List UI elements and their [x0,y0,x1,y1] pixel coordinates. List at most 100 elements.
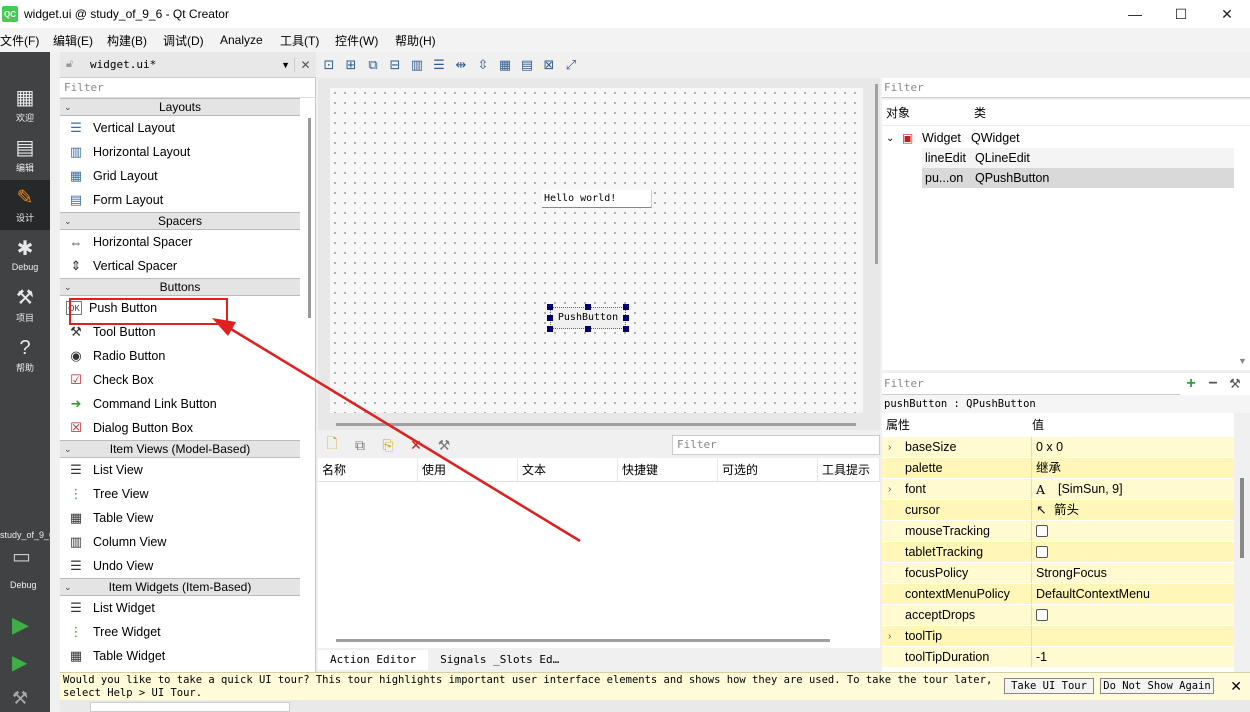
tab-signals-slots-editor[interactable]: Signals _Slots Ed… [428,650,571,670]
canvas-horizontal-scrollbar[interactable] [336,423,856,426]
scroll-down-icon[interactable]: ▼ [1238,356,1247,366]
selection-handle[interactable] [547,326,553,332]
paste-action-icon[interactable]: ⎘ [374,434,402,456]
property-row-font[interactable]: › font A [SimSun, 9] [882,479,1234,500]
selection-handle[interactable] [585,304,591,310]
property-row-cursor[interactable]: cursor ↖ 箭头 [882,500,1234,521]
widget-horizontal-spacer[interactable]: ⇔ Horizontal Spacer [60,230,300,254]
property-row-tooltip[interactable]: › toolTip [882,626,1234,647]
configure-action-icon[interactable]: ⚒ [430,434,458,456]
menu-analyze[interactable]: Analyze [220,33,280,47]
minimize-button[interactable]: — [1112,0,1158,28]
form-widget[interactable]: Hello world! PushButton [330,88,863,413]
do-not-show-again-button[interactable]: Do Not Show Again [1100,678,1214,694]
mode-debug[interactable]: ✱ Debug [0,230,50,280]
widget-tree-widget[interactable]: ⋮ Tree Widget [60,620,300,644]
property-row-mousetracking[interactable]: mouseTracking [882,521,1234,542]
column-header[interactable]: 可选的 [718,458,818,481]
mode-welcome[interactable]: ▦ 欢迎 [0,80,50,130]
category-item-views[interactable]: ⌄ Item Views (Model-Based) [60,440,300,458]
new-action-icon[interactable]: 🗋︎ [318,434,346,456]
chevron-right-icon[interactable]: › [888,626,891,647]
layout-form-icon[interactable]: ▤ [516,55,538,75]
column-header[interactable]: 名称 [318,458,418,481]
widget-tree-view[interactable]: ⋮ Tree View [60,482,300,506]
property-filter-input[interactable]: Filter [882,373,1180,395]
menu-build[interactable]: 构建(B) [107,32,163,49]
copy-action-icon[interactable]: ⧉ [346,434,374,456]
widget-vertical-spacer[interactable]: ⇕ Vertical Spacer [60,254,300,278]
widget-box-scrollbar[interactable] [308,118,311,318]
property-row-acceptdrops[interactable]: acceptDrops [882,605,1234,626]
mode-help[interactable]: ? 帮助 [0,330,50,380]
widget-list-widget[interactable]: ☰ List Widget [60,596,300,620]
widget-table-view[interactable]: ▦ Table View [60,506,300,530]
tab-action-editor[interactable]: Action Editor [318,650,429,670]
column-header[interactable]: 使用 [418,458,518,481]
menu-controls[interactable]: 控件(W) [335,32,395,49]
selection-handle[interactable] [623,326,629,332]
column-header[interactable]: 文本 [518,458,618,481]
action-table-scrollbar[interactable] [336,639,830,642]
remove-dynamic-property-icon[interactable]: − [1202,375,1224,393]
kit-selector[interactable]: study_of_9_6 ▭ Debug [0,528,60,594]
property-row-tablettracking[interactable]: tabletTracking [882,542,1234,563]
break-layout-icon[interactable]: ⊠ [538,55,560,75]
column-header[interactable]: 工具提示 [818,458,880,481]
widget-vertical-layout[interactable]: ☰ Vertical Layout [60,116,300,140]
configure-wrench-icon[interactable]: ⚒ [1224,376,1246,392]
widget-push-button[interactable]: OK Push Button [60,296,300,320]
menu-file[interactable]: 文件(F) [0,32,53,49]
widget-table-widget[interactable]: ▦ Table Widget [60,644,300,668]
object-row-pushbutton[interactable]: pu...on QPushButton [922,168,1234,188]
menu-tools[interactable]: 工具(T) [280,32,335,49]
edit-buddies-icon[interactable]: ⧉ [362,55,384,75]
widget-column-view[interactable]: ▥ Column View [60,530,300,554]
mode-design[interactable]: ✎ 设计 [0,180,50,230]
selection-handle[interactable] [623,315,629,321]
menu-help[interactable]: 帮助(H) [395,32,455,49]
selection-handle[interactable] [623,304,629,310]
category-layouts[interactable]: ⌄ Layouts [60,98,300,116]
close-infobar-icon[interactable]: ✕ [1230,678,1242,695]
line-edit[interactable]: Hello world! [542,190,652,208]
menu-debug[interactable]: 调试(D) [163,32,220,49]
widget-dialog-button-box[interactable]: ☒ Dialog Button Box [60,416,300,440]
run-icon[interactable]: ▶ [12,612,29,638]
layout-horizontal-icon[interactable]: ▥ [406,55,428,75]
build-hammer-icon[interactable]: ⚒ [12,688,28,709]
widget-command-link-button[interactable]: ➜ Command Link Button [60,392,300,416]
edit-signals-slots-icon[interactable]: ⊞ [340,55,362,75]
property-row-focuspolicy[interactable]: focusPolicy StrongFocus [882,563,1234,584]
layout-vertical-splitter-icon[interactable]: ⇳ [472,55,494,75]
layout-grid-icon[interactable]: ▦ [494,55,516,75]
layout-vertical-icon[interactable]: ☰ [428,55,450,75]
widget-check-box[interactable]: ☑ Check Box [60,368,300,392]
property-row-basesize[interactable]: › baseSize 0 x 0 [882,437,1234,458]
widget-grid-layout[interactable]: ▦ Grid Layout [60,164,300,188]
property-editor-scrollbar[interactable] [1240,478,1244,558]
open-file-name[interactable]: widget.ui* [90,58,156,71]
object-filter-input[interactable]: Filter [882,78,1250,98]
category-spacers[interactable]: ⌄ Spacers [60,212,300,230]
chevron-right-icon[interactable]: › [888,479,891,500]
action-filter-input[interactable]: Filter [672,435,880,455]
widget-box-filter[interactable]: Filter [60,78,315,98]
widget-horizontal-layout[interactable]: ▥ Horizontal Layout [60,140,300,164]
close-window-button[interactable]: ✕ [1204,0,1250,28]
take-ui-tour-button[interactable]: Take UI Tour [1004,678,1094,694]
widget-form-layout[interactable]: ▤ Form Layout [60,188,300,212]
mode-projects[interactable]: ⚒ 项目 [0,280,50,330]
widget-radio-button[interactable]: ◉ Radio Button [60,344,300,368]
tablettracking-checkbox[interactable] [1036,546,1048,558]
debug-run-icon[interactable]: ▶ [12,650,27,675]
object-row-widget[interactable]: ⌄ ▣ Widget QWidget [886,128,1234,148]
widget-tool-button[interactable]: ⚒ Tool Button [60,320,300,344]
widget-undo-view[interactable]: ☰ Undo View [60,554,300,578]
selection-handle[interactable] [547,315,553,321]
property-row-contextmenupolicy[interactable]: contextMenuPolicy DefaultContextMenu [882,584,1234,605]
category-item-widgets[interactable]: ⌄ Item Widgets (Item-Based) [60,578,300,596]
chevron-down-icon[interactable]: ▼ [281,60,290,70]
acceptdrops-checkbox[interactable] [1036,609,1048,621]
locator-input[interactable] [90,702,290,712]
